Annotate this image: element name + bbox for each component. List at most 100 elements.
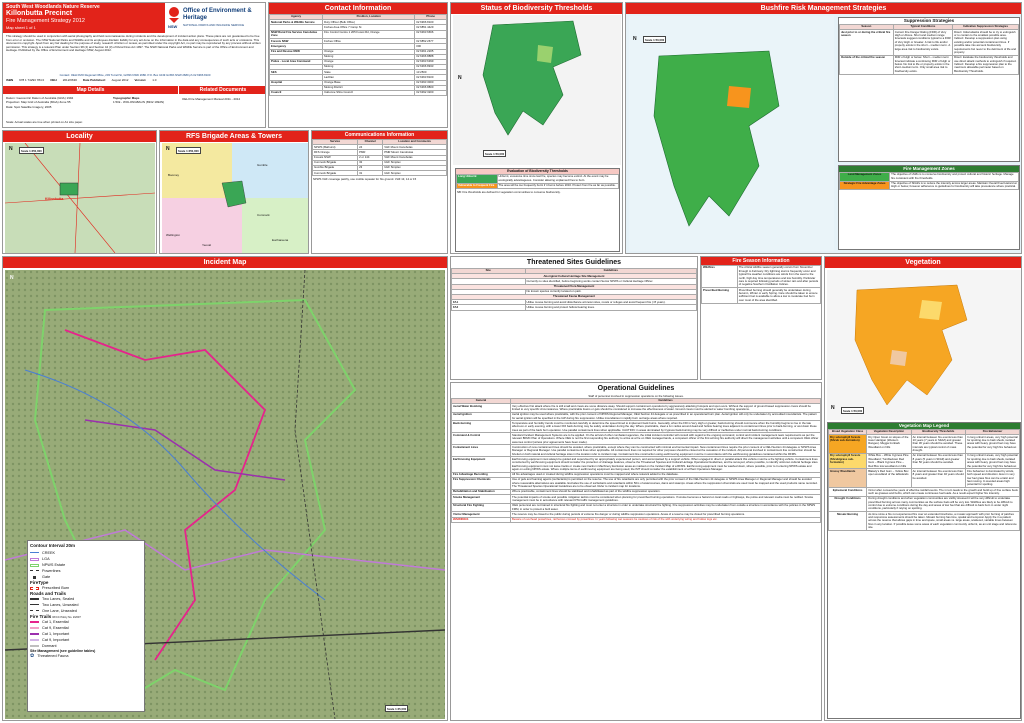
operational-guideline: Beware of overhead powerlines, rail fenc… (510, 516, 821, 523)
biodiversity-map-svg (482, 20, 582, 136)
veg-threshold: An interval between fire events less tha… (910, 468, 967, 489)
legend-swatch (30, 563, 39, 567)
supp-cell: Current Fire Danger Rating (FDR) of Very… (892, 29, 954, 56)
eval-desc: Unburnt, excessive time since last fire,… (496, 174, 619, 184)
table-row: Aerial Ignition Aerial ignition may be us… (451, 411, 821, 422)
season-cell: Prescribed Burning (701, 287, 738, 304)
lmz-area (653, 50, 780, 227)
threatened-cell: FA2 (451, 304, 526, 311)
zones-table: Land Management Zones The objective of LM… (838, 172, 1019, 191)
scale-bar: Scale 1:25,000 (385, 705, 409, 712)
firetype-label: Prescribed Burn (42, 586, 70, 590)
operational-guideline: Very effective first attack where fire i… (510, 403, 821, 413)
bushfire-map: N Scale 1:50,000 (629, 16, 834, 251)
site-label: Threatened Fauna (37, 654, 69, 658)
brigade-label-4: Euchareena (272, 238, 289, 242)
legend-swatch (30, 551, 39, 555)
operational-topic: Earthmoving Equipment (451, 456, 512, 473)
road-swatch (30, 603, 39, 607)
road-swatch (30, 609, 39, 613)
operational-topic: Command & Control (451, 432, 512, 446)
supp-cell: Direct: Initial attacks should be to try… (952, 29, 1019, 56)
legend-label: NPWS Estate (42, 563, 66, 567)
veg-behaviour: In long unburnt areas, very high potenti… (965, 452, 1020, 470)
legend-label: LGA (42, 557, 50, 561)
operational-topic: Back-burning (451, 420, 512, 434)
table-row: Outside of the critical fire season FDR o… (839, 54, 1019, 75)
supp-cell: Just prior to or during the critical fir… (839, 29, 894, 56)
operational-topic: Smoke Management (451, 494, 512, 504)
version-label: Version: (134, 78, 147, 82)
eval-class: Vulnerable to Frequent Fire (456, 182, 498, 189)
table-row: Command & Control Standard Incident Manag… (451, 432, 821, 446)
veg-extra-desc: As time since a fire not experienced fir… (866, 511, 1020, 532)
zone-name: Strategic Fire Advantage Zones (838, 180, 891, 191)
eval-desc: The area will be too frequently burnt if… (496, 182, 619, 189)
table-row: Earthmoving Equipment Earthmoving equipme… (451, 456, 821, 473)
vegetation-map-svg (854, 284, 968, 406)
operational-guideline: Earthmoving equipment must always be gui… (510, 456, 821, 473)
biodiversity-area (482, 20, 582, 136)
title-line4: Map sheet 1 of 1 (6, 25, 36, 30)
operational-guideline: OEH personnel are not trained in structu… (510, 502, 821, 513)
table-row: Grassy Woodlands Blakely's Red Gum – Yell… (827, 468, 1020, 489)
veg-class: Grassy Woodlands (827, 468, 868, 489)
table-row: Ephemeral Conditions Occur after consecut… (827, 487, 1020, 497)
scale-bar: Scale 1:50,000 (483, 150, 507, 157)
threatened-title: Threatened Sites Guidelines (451, 257, 697, 268)
version: 1.0 (152, 78, 157, 82)
incident-title: Incident Map (3, 257, 447, 268)
veg-table: Broad Vegetation Class Vegetation Descrip… (827, 428, 1020, 532)
suppression-table: Season Typical Conditions Indicative Suppr… (839, 23, 1019, 75)
table-row: Prescribed Burning Prescribed burning sho… (701, 287, 821, 304)
veg-extra-name: Mosaic Burning (827, 511, 868, 532)
brigade-label-3: Cumnock (257, 213, 270, 217)
brigade-label-1: Boomey (168, 173, 180, 177)
veg-desc: White Box – White Cypress Pine Woodland;… (866, 452, 912, 470)
agency-logo: NSW Office of Environment & Heritage NAT… (167, 6, 265, 32)
supp-cell: Outside of the critical fire season (839, 54, 894, 75)
roads-items: Two Lanes, Sealed Two Lanes, Unsealed One … (30, 596, 142, 614)
contact-panel: Contact Information Agency Position, Loca… (268, 2, 448, 128)
season-table: Wildfires The critical wildfire season ge… (701, 264, 821, 304)
operational-guideline: Aerial ignition may be used where practi… (510, 411, 821, 422)
operational-topic: Aerial Water Bombing (451, 403, 512, 413)
table-row: Structural Fire Fighting OEH personnel ar… (451, 502, 821, 513)
operational-topic: Structural Fire Fighting (451, 502, 512, 513)
incident-map: N Scale 1:25,000 Contour Interval 20m CR… (4, 269, 446, 720)
road-swatch (30, 597, 39, 601)
road-label: Two Lanes, Sealed (42, 597, 75, 601)
legend-label: CREEK (42, 551, 56, 555)
publication-row: ISBN 978 1 74293 784 0 OEH 2012/0630 Dat… (6, 78, 264, 84)
operational-guideline: The potential impacts of smoke and possi… (510, 494, 821, 504)
eval-class: Long Unburnt (456, 174, 498, 184)
sfaz-area (727, 86, 751, 108)
scale-bar: Scale 1:50,000 (841, 407, 865, 414)
biodiversity-panel: Status of Biodiversity Thresholds N Scal… (450, 2, 623, 254)
veg-dry-grass (919, 300, 942, 320)
locality-label: Killonbutta (45, 197, 64, 201)
bushfire-title: Bushfire Risk Management Strategies (626, 3, 1021, 14)
contact-cell: Council (269, 90, 324, 97)
operational-title: Operational Guidelines (451, 383, 821, 394)
biodiversity-title: Status of Biodiversity Thresholds (451, 3, 622, 14)
contact-line: Contact: OEH FMO Regional Office, 203 Tu… (59, 73, 211, 77)
veg-extra-desc: During drought conditions and when veget… (866, 495, 1020, 513)
eval-note: NB: Fire thresholds are defined for vege… (457, 189, 561, 194)
trail-swatch (30, 632, 39, 636)
north-arrow: N (9, 146, 13, 152)
operational-guideline: Use of gels and foaming agents (surfacta… (510, 476, 821, 490)
road-label: One Lane, Unsealed (42, 609, 77, 613)
table-row: Aerial Water Bombing Very effective first… (451, 403, 821, 413)
trail-label: Dormant (42, 644, 57, 648)
table-row: Dry sclerophyll forests (Shrub/grass sub… (827, 452, 1020, 470)
comms-title: Communications Information (312, 131, 447, 139)
title-line3: Fire Management Strategy 2012 (6, 18, 85, 24)
veg-threshold: An interval between fire events less tha… (910, 452, 967, 470)
legend-swatch (33, 575, 36, 579)
oeh-number: 2012/0630 (62, 78, 77, 82)
fauna-icon: ✿ (30, 653, 35, 659)
legend-row-site: ✿ Threatened Fauna (30, 653, 142, 659)
table-row: Just prior to or during the critical fir… (839, 29, 1019, 56)
agency-name: Office of Environment & Heritage (183, 8, 252, 21)
